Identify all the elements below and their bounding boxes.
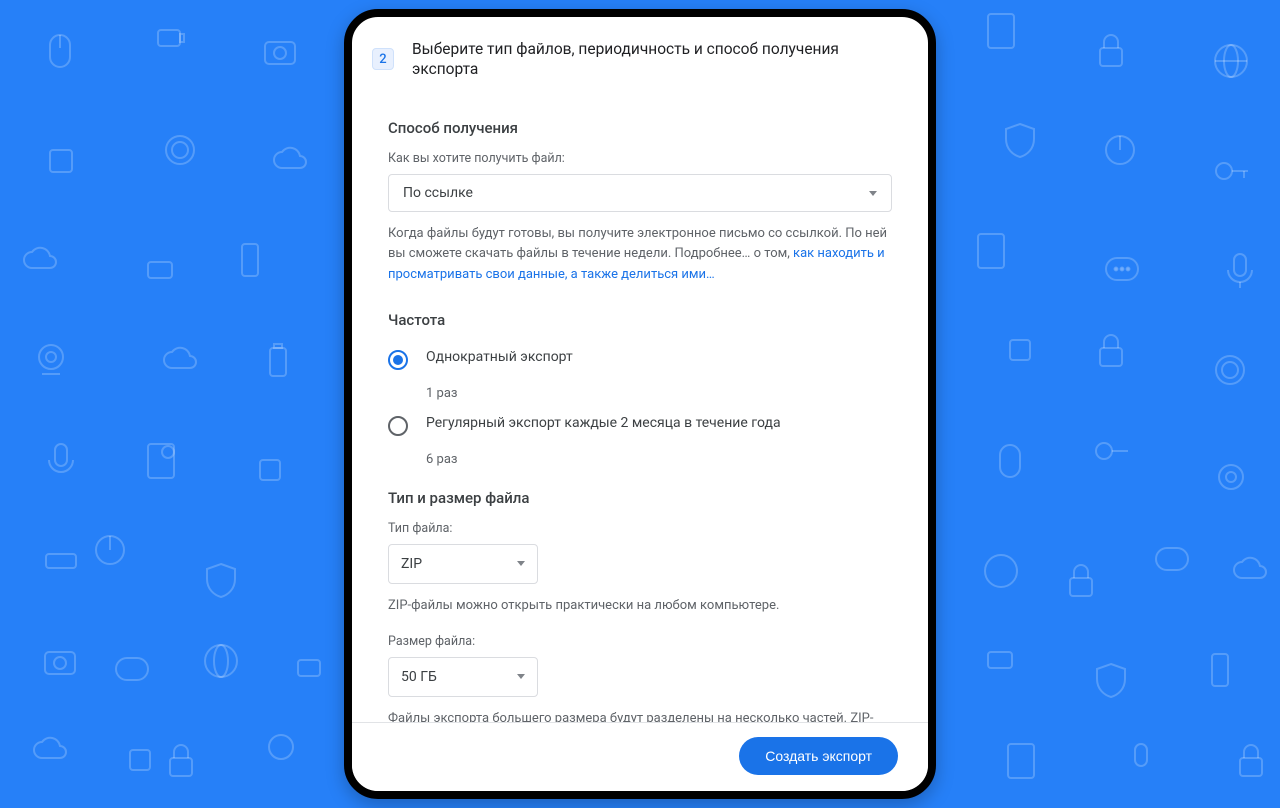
shield-icon: [1090, 660, 1132, 702]
chat-icon: [1150, 540, 1194, 584]
delivery-section-title: Способ получения: [388, 119, 892, 137]
delivery-method-value: По ссылке: [403, 185, 473, 201]
remote-icon: [230, 240, 270, 280]
chip-icon: [40, 140, 82, 182]
radio-label: Однократный экспорт: [426, 349, 573, 365]
filesize-help: Файлы экспорта большего размера будут ра…: [388, 709, 892, 722]
lock-icon: [1090, 330, 1132, 372]
globe-icon: [200, 640, 242, 682]
device-frame: 2 Выберите тип файлов, периодичность и с…: [344, 9, 936, 799]
power-icon: [1100, 130, 1140, 170]
chevron-down-icon: [517, 561, 525, 566]
frequency-option-once[interactable]: Однократный экспорт: [388, 343, 892, 378]
chip-icon: [250, 450, 290, 490]
cloud-icon: [160, 340, 200, 380]
delivery-help-text: Когда файлы будут готовы, вы получите эл…: [388, 224, 892, 284]
cloud-icon: [20, 240, 62, 282]
power-icon: [90, 530, 130, 570]
delivery-method-select[interactable]: По ссылке: [388, 174, 892, 212]
mic-icon: [1120, 740, 1162, 782]
tablet-icon: [1000, 740, 1042, 782]
tablet-gear-icon: [140, 440, 182, 482]
webcam-icon: [30, 340, 72, 382]
footer-bar: Создать экспорт: [352, 722, 928, 791]
key-icon: [1090, 430, 1132, 472]
create-export-button[interactable]: Создать экспорт: [739, 737, 898, 775]
gear-icon: [1210, 350, 1250, 390]
filetype-section-title: Тип и размер файла: [388, 489, 892, 507]
webcam-icon: [1210, 460, 1252, 502]
filetype-value: ZIP: [401, 556, 422, 572]
mic-icon: [1220, 250, 1260, 290]
camera-icon: [260, 30, 300, 70]
shield-icon: [200, 560, 242, 602]
adapter-icon: [140, 250, 180, 290]
tablet-icon: [970, 230, 1012, 272]
radio-icon: [388, 416, 408, 436]
chip-icon: [1000, 330, 1040, 370]
shield-icon: [1000, 120, 1040, 160]
filetype-label: Тип файла:: [388, 521, 892, 536]
frequency-sub-once: 1 раз: [426, 386, 892, 401]
cloud-icon: [270, 140, 310, 180]
step-header: 2 Выберите тип файлов, периодичность и с…: [352, 17, 928, 99]
camera-icon: [40, 640, 80, 680]
filetype-help: ZIP-файлы можно открыть практически на л…: [388, 596, 892, 616]
chip-icon: [120, 740, 160, 780]
globe-arrow-icon: [980, 550, 1022, 592]
battery-icon: [290, 650, 328, 690]
filetype-select[interactable]: ZIP: [388, 544, 538, 584]
battery-vert-icon: [260, 340, 296, 380]
frequency-section-title: Частота: [388, 311, 892, 329]
filesize-select[interactable]: 50 ГБ: [388, 657, 538, 697]
frequency-sub-regular: 6 раз: [426, 452, 892, 467]
filesize-label: Размер файла:: [388, 634, 892, 649]
content-area: Способ получения Как вы хотите получить …: [352, 99, 928, 722]
delivery-field-label: Как вы хотите получить файл:: [388, 151, 892, 166]
lock-icon: [1230, 740, 1272, 782]
key-icon: [1210, 150, 1252, 192]
tablet-icon: [980, 10, 1022, 52]
adapter-icon: [980, 640, 1020, 680]
radio-icon: [388, 350, 408, 370]
chat-icon: [1100, 250, 1144, 294]
chat-icon: [110, 650, 154, 694]
mouse-icon: [990, 440, 1032, 482]
mic-icon: [40, 440, 82, 482]
cloud-icon: [1230, 550, 1270, 590]
cloud-icon: [30, 730, 72, 772]
step-title: Выберите тип файлов, периодичность и спо…: [412, 39, 900, 79]
filesize-value: 50 ГБ: [401, 669, 437, 685]
usb-icon: [40, 540, 82, 582]
lock-icon: [1090, 30, 1132, 72]
webcam-icon: [260, 730, 302, 772]
lock-icon: [1060, 560, 1102, 602]
remote-icon: [1200, 650, 1240, 690]
radio-label: Регулярный экспорт каждые 2 месяца в теч…: [426, 415, 781, 431]
globe-icon: [1210, 40, 1252, 82]
mouse-icon: [40, 30, 82, 72]
chevron-down-icon: [869, 191, 877, 196]
battery-icon: [150, 20, 190, 60]
frequency-option-regular[interactable]: Регулярный экспорт каждые 2 месяца в теч…: [388, 409, 892, 444]
gear-icon: [160, 130, 200, 170]
step-number-badge: 2: [372, 48, 394, 70]
chevron-down-icon: [517, 674, 525, 679]
frequency-radio-group: Однократный экспорт 1 раз Регулярный экс…: [388, 343, 892, 467]
lock-icon: [160, 740, 202, 782]
